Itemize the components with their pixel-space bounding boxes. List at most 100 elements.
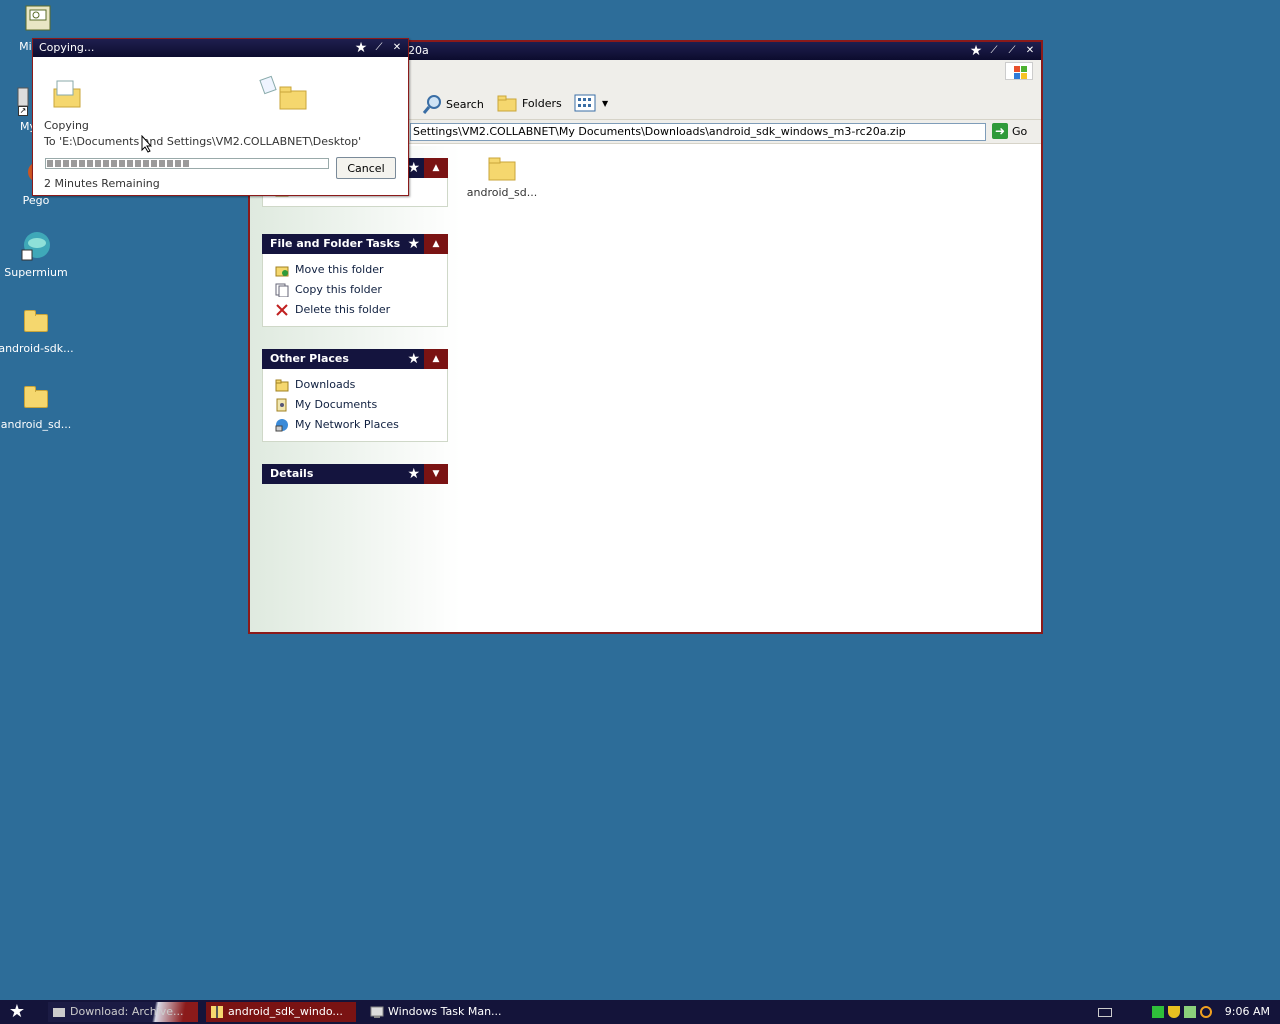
progress-segment — [111, 160, 117, 167]
flying-paper-icon — [259, 75, 277, 95]
task-delete-folder[interactable]: Delete this folder — [275, 300, 447, 320]
windows-logo-icon — [1005, 62, 1033, 80]
task-label: Move this folder — [295, 263, 384, 276]
panel-header[interactable]: Details ★ ▼ — [262, 464, 448, 484]
star-icon: ★ — [354, 40, 368, 56]
task-label: Delete this folder — [295, 303, 391, 316]
close-button[interactable]: ✕ — [390, 41, 404, 55]
panel-title: Other Places — [270, 352, 349, 365]
progress-segment — [143, 160, 149, 167]
collapse-icon[interactable]: ▲ — [424, 158, 448, 178]
dialog-title: Copying... — [39, 41, 95, 54]
close-button[interactable]: ✕ — [1023, 44, 1037, 58]
copy-progress-bar — [45, 158, 329, 169]
progress-segment — [127, 160, 133, 167]
taskbar-item-task-manager[interactable]: Windows Task Man... — [366, 1002, 516, 1022]
expand-icon[interactable]: ▼ — [424, 464, 448, 484]
place-my-network-places[interactable]: My Network Places — [275, 415, 447, 435]
folders-label: Folders — [522, 96, 562, 110]
copy-destination: To 'E:\Documents and Settings\VM2.COLLAB… — [44, 135, 362, 148]
folder-icon — [20, 382, 52, 414]
folder-item-label: android_sd... — [466, 186, 538, 199]
my-computer-icon: ↗ — [0, 84, 30, 116]
taskbar-item-download[interactable]: Download: Archive... — [48, 1002, 198, 1022]
search-label: Search — [446, 97, 484, 111]
folder-icon — [275, 378, 289, 392]
progress-segment — [95, 160, 101, 167]
zip-folder-icon — [210, 1005, 224, 1019]
delete-x-icon — [275, 303, 289, 317]
window-title: 20a — [408, 44, 429, 57]
copy-progress-dialog: Copying... ★ ⟋ ✕ Copying To 'E:\Document… — [32, 38, 409, 196]
task-copy-folder[interactable]: Copy this folder — [275, 280, 447, 300]
star-icon: ★ — [407, 466, 420, 482]
progress-segment — [135, 160, 141, 167]
progress-segment — [55, 160, 61, 167]
source-folder-icon — [53, 80, 81, 108]
place-downloads[interactable]: Downloads — [275, 375, 447, 395]
address-input[interactable]: Settings\VM2.COLLABNET\My Documents\Down… — [410, 123, 986, 141]
clock[interactable]: 9:06 AM — [1225, 1000, 1270, 1024]
panel-details: Details ★ ▼ — [262, 464, 448, 484]
task-label: Copy this folder — [295, 283, 382, 296]
folder-item[interactable]: android_sd... — [462, 154, 542, 199]
progress-segment — [47, 160, 53, 167]
desktop-icon-supermium[interactable]: Supermium — [0, 230, 74, 279]
folders-button[interactable]: Folders — [496, 94, 562, 112]
cancel-button[interactable]: Cancel — [336, 157, 396, 179]
minimize-button[interactable]: ⟋ — [372, 41, 386, 55]
maximize-button[interactable]: ⟋ — [1005, 44, 1019, 58]
panel-header[interactable]: File and Folder Tasks ★ ▲ — [262, 234, 448, 254]
system-tray — [1144, 1000, 1224, 1024]
progress-segment — [119, 160, 125, 167]
star-icon: ★ — [407, 351, 420, 367]
go-arrow-icon: ➜ — [992, 123, 1008, 139]
task-manager-icon — [370, 1005, 384, 1019]
task-move-folder[interactable]: Move this folder — [275, 260, 447, 280]
collapse-icon[interactable]: ▲ — [424, 349, 448, 369]
progress-segment — [159, 160, 165, 167]
network-icon[interactable] — [1184, 1006, 1196, 1018]
star-icon: ★ — [407, 236, 420, 252]
keyboard-icon[interactable] — [1098, 1008, 1112, 1017]
go-button[interactable]: ➜ Go — [992, 123, 1027, 139]
my-documents-icon — [275, 398, 289, 412]
search-icon — [422, 95, 441, 114]
place-label: My Documents — [295, 398, 378, 411]
dialog-titlebar[interactable]: Copying... ★ ⟋ ✕ — [33, 39, 408, 57]
progress-segment — [63, 160, 69, 167]
minimize-button[interactable]: ⟋ — [987, 44, 1001, 58]
outlook-icon — [22, 4, 54, 36]
search-button[interactable]: Search — [422, 94, 484, 114]
download-icon — [52, 1005, 66, 1019]
panel-title: Details — [270, 467, 314, 480]
desktop-icon-android-sd-folder[interactable]: android_sd... — [0, 382, 74, 431]
progress-segment — [103, 160, 109, 167]
star-icon: ★ — [407, 160, 420, 176]
destination-folder-icon — [279, 86, 307, 110]
desktop-icon-android-sdk-folder[interactable]: android-sdk... — [0, 306, 74, 355]
panel-header[interactable]: Other Places ★ ▲ — [262, 349, 448, 369]
taskbar-item-label: android_sdk_windo... — [228, 1005, 343, 1018]
taskbar: ★ Download: Archive... android_sdk_windo… — [0, 1000, 1280, 1024]
shield-icon[interactable] — [1168, 1006, 1180, 1018]
search-tray-icon[interactable] — [1200, 1006, 1212, 1018]
desktop-icon-label: Supermium — [4, 266, 68, 279]
views-button[interactable]: ▼ — [574, 94, 608, 112]
go-label: Go — [1012, 124, 1028, 138]
start-button[interactable]: ★ — [4, 1002, 30, 1022]
place-label: Downloads — [295, 378, 356, 391]
task-manager-tray-icon[interactable] — [1152, 1006, 1164, 1018]
progress-segment — [167, 160, 173, 167]
place-my-documents[interactable]: My Documents — [275, 395, 447, 415]
progress-segment — [183, 160, 189, 167]
collapse-icon[interactable]: ▲ — [424, 234, 448, 254]
taskbar-item-label: Windows Task Man... — [388, 1005, 502, 1018]
progress-segment — [151, 160, 157, 167]
place-label: My Network Places — [295, 418, 399, 431]
supermium-icon — [20, 230, 52, 262]
desktop-icon-label: android-sdk... — [0, 342, 74, 355]
copy-icon — [275, 283, 289, 298]
taskbar-item-android-sdk[interactable]: android_sdk_windo... — [206, 1002, 356, 1022]
chevron-down-icon: ▼ — [602, 98, 609, 108]
